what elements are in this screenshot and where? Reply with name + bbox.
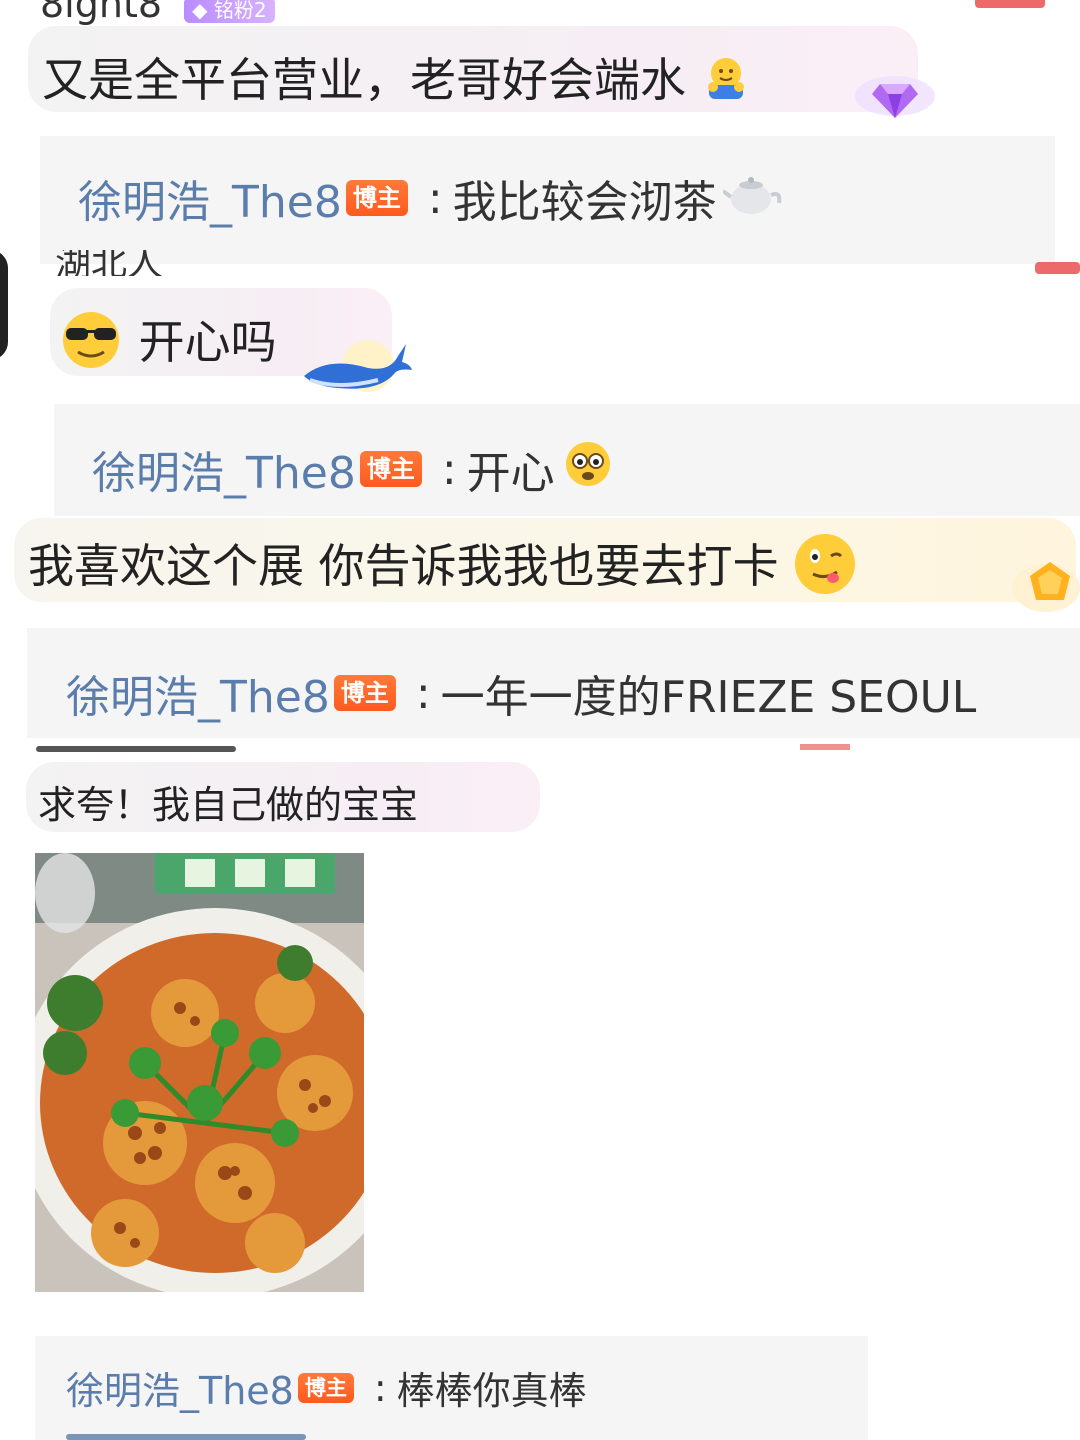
diamond-badge-icon <box>852 58 938 132</box>
reply-text: 开心 <box>466 448 555 499</box>
teapot-emoji-icon <box>721 169 783 228</box>
sunglasses-emoji-icon <box>58 310 124 381</box>
host-badge: 博主 <box>359 451 422 487</box>
partial-like-count <box>975 0 1045 8</box>
reply-line: 徐明浩_The8 博主 : 一年一度的FRIEZE SEOUL <box>66 661 976 725</box>
partial-comment-header: 湖北人 <box>55 250 164 276</box>
reply-author[interactable]: 徐明浩_The8 <box>66 661 330 725</box>
host-badge: 博主 <box>345 180 408 216</box>
avatar[interactable] <box>0 250 8 360</box>
reply-line: 徐明浩_The8 博主 : 棒棒你真棒 <box>66 1360 587 1415</box>
savoring-emoji-icon <box>793 532 857 607</box>
reply-text: 我比较会沏茶 <box>452 177 717 228</box>
more-replies-partial[interactable] <box>66 1428 326 1440</box>
whale-decoration-icon <box>298 326 414 406</box>
partial-comment-header <box>36 740 296 754</box>
reply-text: 一年一度的FRIEZE SEOUL <box>440 672 977 723</box>
reply-line: 徐明浩_The8 博主 : 开心 <box>92 437 613 501</box>
reply-author[interactable]: 徐明浩_The8 <box>66 1360 294 1415</box>
host-badge: 博主 <box>333 675 396 711</box>
peeking-emoji-icon <box>563 439 613 500</box>
comment-text: 求夸！我自己做的宝宝 <box>38 783 419 827</box>
reply-text: 棒棒你真棒 <box>396 1369 587 1413</box>
partial-like-count <box>1035 262 1080 274</box>
gold-medal-icon <box>1006 554 1080 620</box>
comment-text: 我喜欢这个展 你告诉我我也要去打卡 <box>28 530 857 607</box>
reply-author[interactable]: 徐明浩_The8 <box>92 437 356 501</box>
reply-line: 徐明浩_The8 博主 : 我比较会沏茶 <box>78 166 783 230</box>
hugging-emoji-icon <box>701 53 751 114</box>
reply-author[interactable]: 徐明浩_The8 <box>78 166 342 230</box>
comment-text: 开心吗 <box>58 306 277 381</box>
comment-text: 又是全平台营业，老哥好会端水 <box>42 44 751 114</box>
partial-username[interactable]: 8ight8 ◆ 铭粉2 <box>40 0 275 26</box>
host-badge: 博主 <box>297 1372 354 1403</box>
partial-like-count <box>800 744 850 750</box>
level-badge: ◆ 铭粉2 <box>184 0 275 23</box>
comment-photo[interactable] <box>35 853 364 1292</box>
